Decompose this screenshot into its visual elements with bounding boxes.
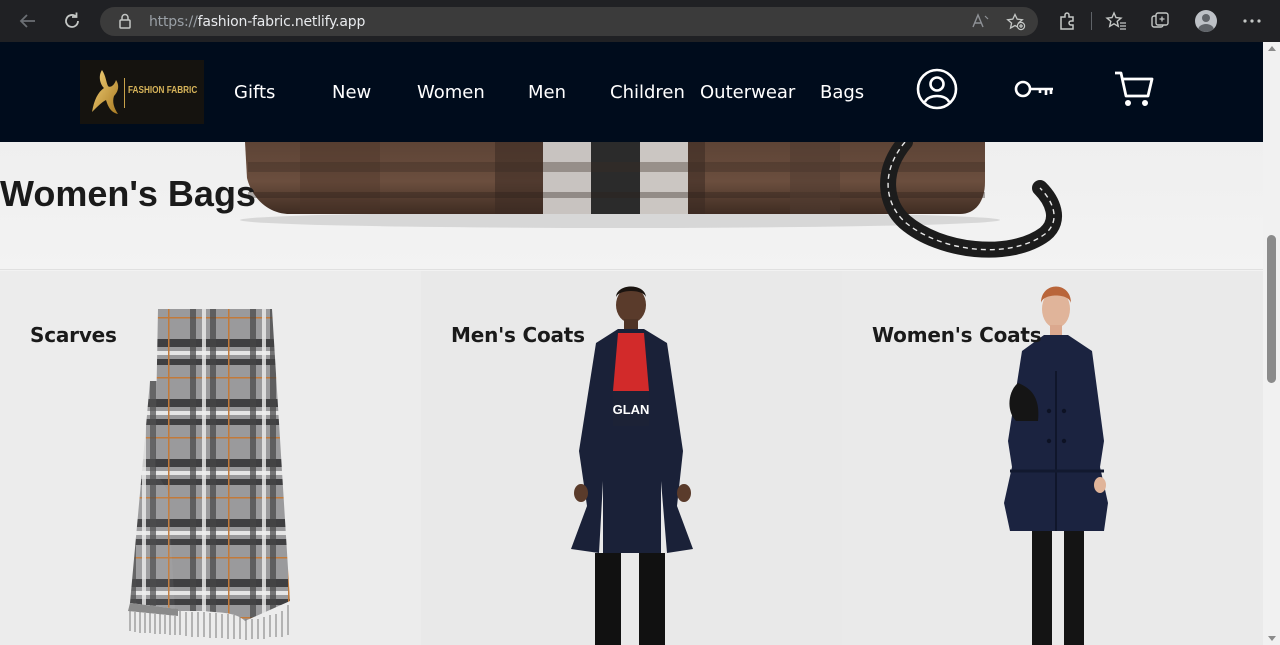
nav-children[interactable]: Children xyxy=(610,82,685,103)
nav-women[interactable]: Women xyxy=(417,82,485,103)
site-logo[interactable]: FASHION FABRIC xyxy=(80,60,204,124)
add-favorite-icon[interactable] xyxy=(1006,12,1026,35)
site-header: FASHION FABRIC Gifts New Women Men Child… xyxy=(0,42,1263,142)
logo-figure-icon xyxy=(92,70,119,114)
key-icon[interactable] xyxy=(1014,78,1056,105)
cart-icon[interactable] xyxy=(1114,70,1154,113)
refresh-icon[interactable] xyxy=(61,10,83,32)
profile-icon[interactable] xyxy=(1195,10,1217,32)
browser-toolbar: https://fashion-fabric.netlify.app xyxy=(0,0,1280,42)
nav-new[interactable]: New xyxy=(332,82,371,103)
url-text[interactable]: https://fashion-fabric.netlify.app xyxy=(149,14,365,30)
nav-men[interactable]: Men xyxy=(528,82,566,103)
scrollbar-thumb[interactable] xyxy=(1267,235,1276,383)
category-title-womens-coats[interactable]: Women's Coats xyxy=(872,323,1042,347)
category-title-mens-coats[interactable]: Men's Coats xyxy=(451,323,585,347)
account-icon[interactable] xyxy=(916,68,958,115)
favorites-icon[interactable] xyxy=(1105,10,1127,32)
scroll-up-arrow[interactable] xyxy=(1268,46,1276,51)
url-host: fashion-fabric.netlify.app xyxy=(197,14,366,30)
nav-outerwear[interactable]: Outerwear xyxy=(700,82,795,103)
read-aloud-icon[interactable] xyxy=(972,13,990,33)
svg-text:GLAN: GLAN xyxy=(613,402,650,417)
more-icon[interactable] xyxy=(1241,10,1263,32)
address-bar[interactable]: https://fashion-fabric.netlify.app xyxy=(100,7,1038,36)
logo-text: FASHION FABRIC xyxy=(128,85,198,96)
scroll-down-arrow[interactable] xyxy=(1268,636,1276,641)
back-icon[interactable] xyxy=(17,10,39,32)
category-card-womens-coats[interactable]: Women's Coats xyxy=(842,271,1263,645)
page-viewport: FASHION FABRIC Gifts New Women Men Child… xyxy=(0,42,1263,645)
category-card-scarves[interactable]: Scarves xyxy=(0,271,421,645)
vertical-scrollbar[interactable] xyxy=(1263,42,1280,645)
collections-icon[interactable] xyxy=(1149,10,1171,32)
logo-divider xyxy=(124,78,125,108)
category-banner: Women's Bags xyxy=(0,142,1263,270)
nav-bags[interactable]: Bags xyxy=(820,82,864,103)
extensions-icon[interactable] xyxy=(1056,10,1078,32)
lock-icon[interactable] xyxy=(118,13,132,29)
category-card-mens-coats[interactable]: GLAN Men's Coats xyxy=(421,271,842,645)
category-title-scarves[interactable]: Scarves xyxy=(30,323,117,347)
page-title: Women's Bags xyxy=(0,173,256,214)
url-protocol: https:// xyxy=(149,14,198,30)
toolbar-separator xyxy=(1091,12,1092,30)
nav-gifts[interactable]: Gifts xyxy=(234,82,275,103)
